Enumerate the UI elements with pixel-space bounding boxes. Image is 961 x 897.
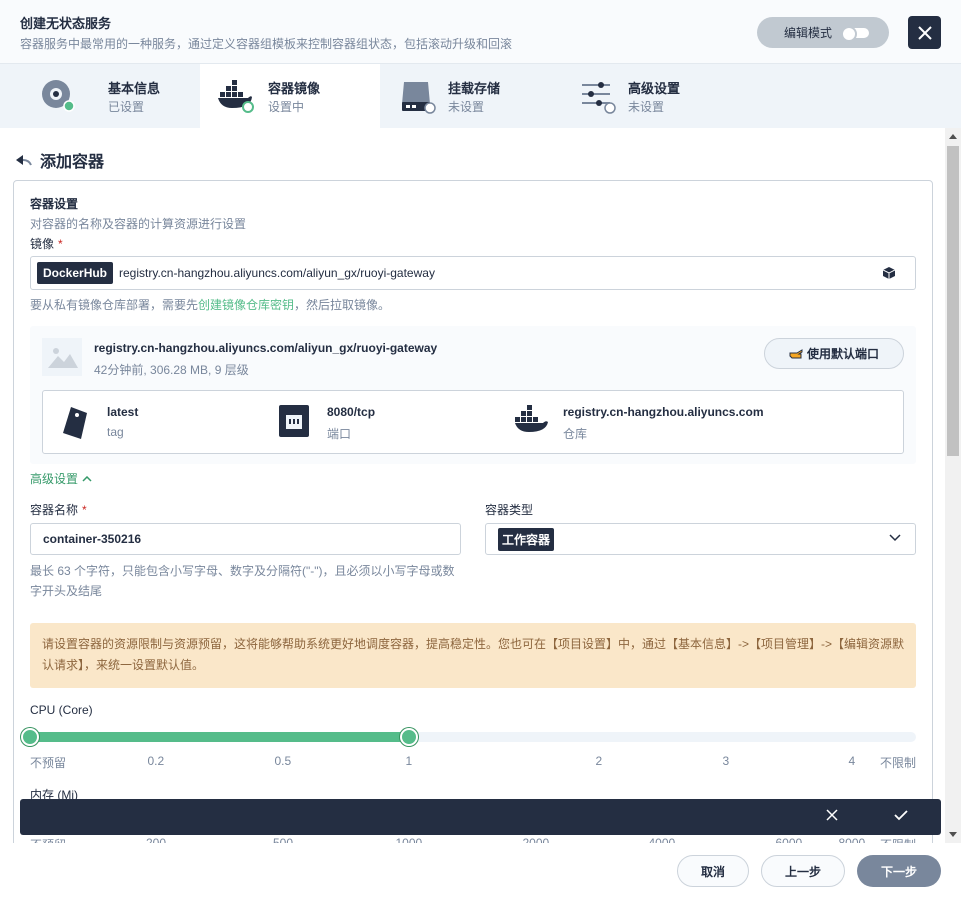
cpu-slider[interactable]: [21, 728, 916, 746]
memory-tick-label: 8000: [838, 836, 866, 843]
chevron-down-icon: [889, 534, 901, 542]
cpu-limit-handle[interactable]: [400, 728, 418, 746]
check-icon[interactable]: [894, 809, 908, 821]
chevron-up-icon: [82, 475, 92, 482]
image-tag-item: latest tag: [61, 391, 261, 453]
memory-ticks: 不预留 200 500 1000 2000 4000 6000 8000 不限制: [30, 836, 916, 843]
tab-status: 未设置: [628, 100, 665, 114]
docker-whale-icon: [218, 80, 254, 113]
container-type-value: 工作容器: [498, 527, 555, 551]
back-button[interactable]: 添加容器: [16, 148, 104, 172]
cpu-tick-label: 1: [405, 754, 413, 768]
image-source-badge[interactable]: DockerHub: [37, 262, 114, 284]
tab-label: 基本信息: [108, 81, 161, 96]
memory-tick-label: 不限制: [880, 836, 916, 843]
ethernet-port-icon: [279, 405, 309, 437]
memory-tick-label: 6000: [775, 836, 803, 843]
cpu-tick-label: 0.5: [274, 754, 292, 768]
memory-tick-label: 不预留: [30, 836, 66, 843]
step-tabs: 基本信息 已设置 容器镜像 设置中 挂载存储 未设置 高级设置 未设置: [0, 64, 961, 128]
tab-basic-info[interactable]: 基本信息 已设置: [20, 64, 200, 128]
sliders-icon: [582, 82, 616, 114]
private-registry-hint: 要从私有镜像仓库部署，需要先创建镜像仓库密钥，然后拉取镜像。: [30, 298, 391, 312]
image-info-panel: registry.cn-hangzhou.aliyuncs.com/aliyun…: [30, 326, 916, 464]
tab-label: 容器镜像: [268, 81, 321, 96]
container-type-label: 容器类型: [485, 503, 534, 517]
container-name-hint: 最长 63 个字符，只能包含小写字母、数字及分隔符("-")，且必须以小写字母或…: [30, 564, 455, 598]
cpu-label: CPU (Core): [30, 703, 93, 717]
previous-button[interactable]: 上一步: [761, 855, 845, 887]
image-input[interactable]: DockerHub registry.cn-hangzhou.aliyuncs.…: [30, 256, 916, 290]
section-description: 对容器的名称及容器的计算资源进行设置: [30, 217, 247, 231]
tab-container-image[interactable]: 容器镜像 设置中: [200, 64, 380, 128]
modal-title: 创建无状态服务: [20, 16, 112, 31]
cpu-ticks: 不预留 0.2 0.5 1 2 3 4 不限制: [30, 754, 916, 770]
memory-tick-label: 4000: [648, 836, 676, 843]
container-name-input[interactable]: container-350216: [30, 523, 461, 555]
cpu-tick-label: 不预留: [30, 756, 67, 770]
modal-description: 容器服务中最常用的一种服务，通过定义容器组模板来控制容器组状态，包括滚动升级和回…: [20, 37, 513, 51]
memory-tick-label: 2000: [522, 836, 550, 843]
modal-footer: 取消 上一步 下一步: [0, 843, 961, 897]
cpu-tick-label: 0.2: [147, 754, 165, 768]
modal-header: 创建无状态服务 容器服务中最常用的一种服务，通过定义容器组模板来控制容器组状态，…: [0, 0, 961, 64]
image-input-value: registry.cn-hangzhou.aliyuncs.com/aliyun…: [119, 266, 435, 280]
page-title: 添加容器: [40, 154, 105, 171]
close-icon: [917, 25, 932, 40]
image-details: latest tag 8080/tcp 端口 registry.cn-hangz…: [42, 390, 904, 454]
tab-status: 未设置: [448, 100, 485, 114]
memory-tick-label: 1000: [395, 836, 423, 843]
tab-label: 挂载存储: [448, 81, 501, 96]
scrollbar[interactable]: [945, 128, 961, 843]
cpu-tick-label: 2: [595, 754, 603, 768]
close-icon[interactable]: [826, 809, 838, 821]
scrollbar-thumb[interactable]: [947, 146, 959, 456]
next-button[interactable]: 下一步: [857, 855, 941, 887]
image-thumbnail: [42, 338, 82, 376]
info-disc-icon: [42, 80, 75, 112]
cancel-button[interactable]: 取消: [677, 855, 749, 887]
hand-point-icon: [789, 348, 803, 358]
create-secret-link[interactable]: 创建镜像仓库密钥: [198, 298, 294, 312]
image-placeholder-icon: [48, 348, 78, 368]
image-registry-item: registry.cn-hangzhou.aliyuncs.com 仓库: [515, 391, 895, 453]
back-arrow-icon: [16, 155, 32, 166]
edit-mode-label: 编辑模式: [784, 26, 833, 40]
toggle-switch-icon: [841, 26, 869, 42]
advanced-settings-toggle[interactable]: 高级设置: [30, 470, 92, 487]
close-button[interactable]: [908, 16, 941, 49]
image-label: 镜像 *: [30, 237, 63, 251]
container-type-select[interactable]: 工作容器: [485, 523, 916, 555]
tag-icon: [63, 407, 87, 439]
image-meta: 42分钟前, 306.28 MB, 9 层级: [94, 363, 249, 377]
tab-advanced[interactable]: 高级设置 未设置: [560, 64, 740, 128]
cpu-slider-fill: [30, 732, 409, 742]
image-port-item: 8080/tcp 端口: [279, 391, 479, 453]
memory-tick-label: 500: [273, 836, 294, 843]
section-title: 容器设置: [30, 197, 79, 211]
cpu-tick-label: 3: [722, 754, 730, 768]
container-name-label: 容器名称 *: [30, 503, 87, 517]
cube-icon[interactable]: [883, 267, 895, 279]
tab-status: 设置中: [268, 100, 305, 114]
scroll-up-arrow-icon[interactable]: [949, 134, 957, 139]
container-confirm-bar: [20, 799, 941, 835]
container-settings-card: 容器设置 对容器的名称及容器的计算资源进行设置 镜像 * DockerHub re…: [13, 180, 933, 843]
cpu-request-handle[interactable]: [21, 728, 39, 746]
scroll-down-arrow-icon[interactable]: [949, 832, 957, 837]
use-default-port-button[interactable]: 使用默认端口: [764, 338, 904, 369]
storage-disk-icon: [402, 82, 436, 114]
tab-status: 已设置: [108, 100, 145, 114]
tab-label: 高级设置: [628, 81, 681, 96]
image-name: registry.cn-hangzhou.aliyuncs.com/aliyun…: [94, 341, 438, 355]
cpu-tick-label: 不限制: [880, 756, 917, 770]
edit-mode-toggle[interactable]: 编辑模式: [757, 17, 889, 48]
main-content: 添加容器 容器设置 对容器的名称及容器的计算资源进行设置 镜像 * DockerH…: [0, 128, 945, 843]
resource-warning: 请设置容器的资源限制与资源预留，这将能够帮助系统更好地调度容器，提高稳定性。您也…: [30, 623, 916, 688]
cpu-tick-label: 4: [848, 754, 856, 768]
docker-whale-icon: [515, 405, 548, 432]
tab-storage[interactable]: 挂载存储 未设置: [380, 64, 560, 128]
memory-tick-label: 200: [146, 836, 167, 843]
